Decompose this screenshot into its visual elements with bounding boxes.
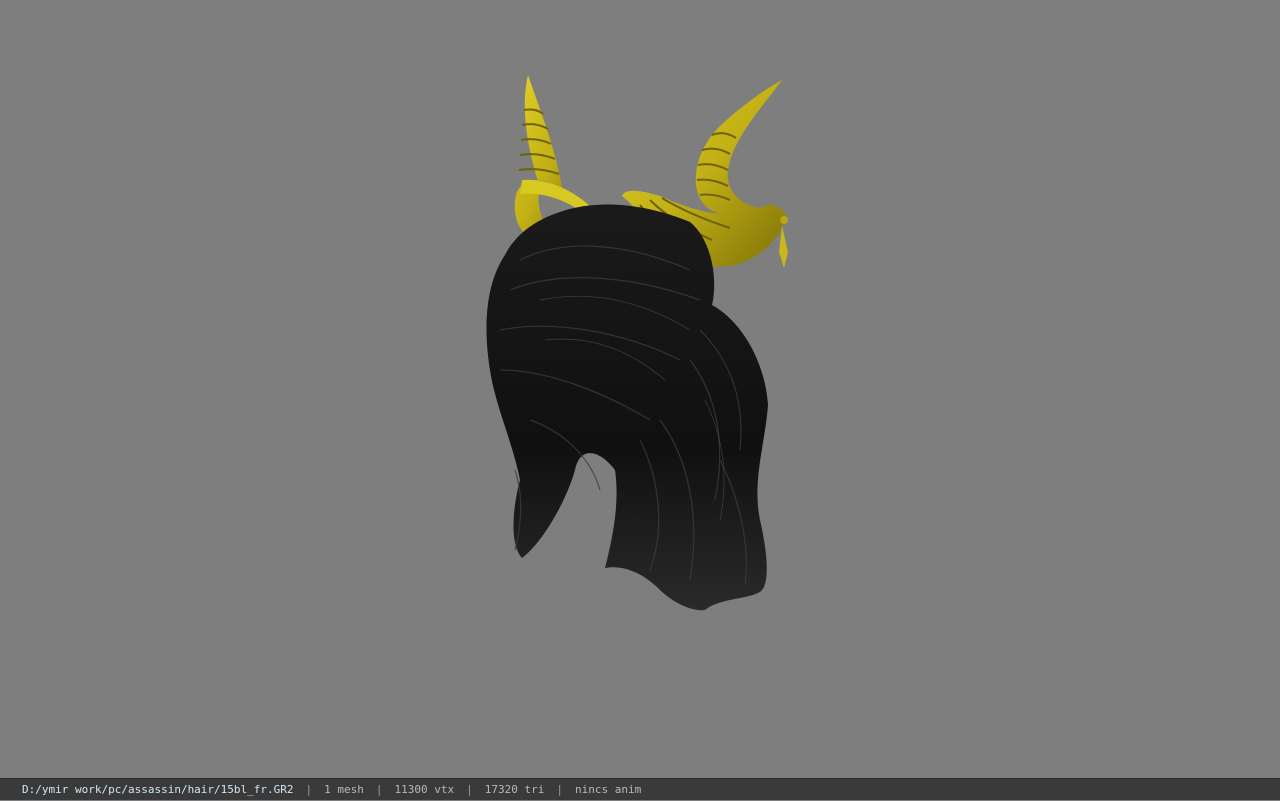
animation-status: nincs anim: [575, 783, 642, 796]
separator: |: [305, 783, 313, 796]
status-bar: D:/ymir work/pc/assassin/hair/15bl_fr.GR…: [0, 778, 1280, 800]
file-path: D:/ymir work/pc/assassin/hair/15bl_fr.GR…: [22, 783, 294, 796]
separator: |: [556, 783, 563, 796]
vertex-count: 11300 vtx: [394, 783, 455, 796]
mesh-count: 1 mesh: [324, 783, 364, 796]
3d-viewport[interactable]: [0, 0, 1280, 778]
separator: |: [375, 783, 383, 796]
hair-with-horns-model: [486, 75, 788, 611]
separator: |: [466, 783, 473, 796]
triangle-count: 17320 tri: [484, 783, 545, 796]
